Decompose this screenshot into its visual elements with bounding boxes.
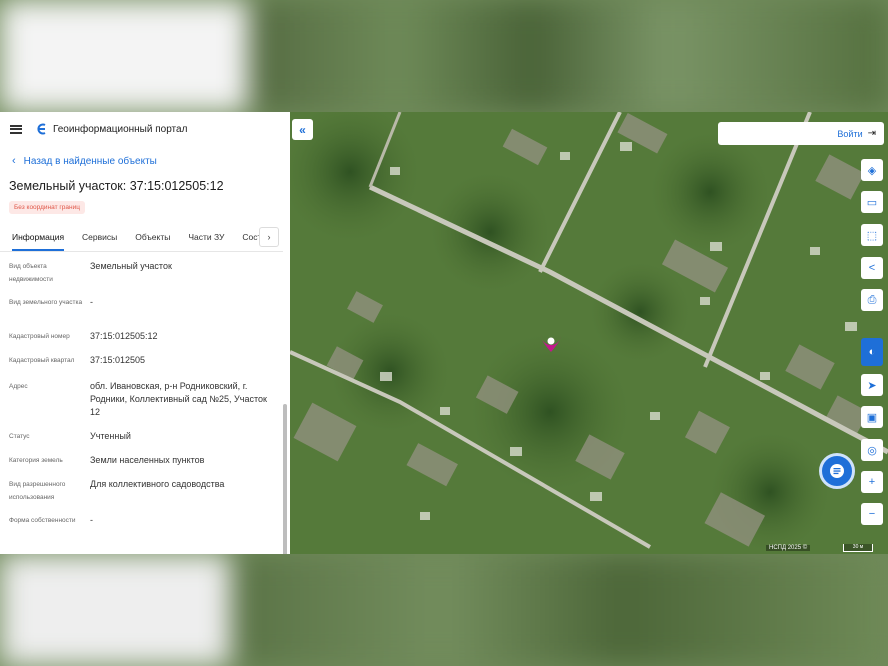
print-button[interactable]: ⎙ <box>861 289 883 311</box>
property-value: 37:15:012505 <box>90 355 146 365</box>
print-icon: ⎙ <box>867 293 877 306</box>
info-sidebar: Геоинформационный портал ‹ Назад в найде… <box>0 112 290 554</box>
property-value: Учтенный <box>90 431 131 441</box>
property-label: Форма собственности <box>9 517 76 524</box>
property-label: Вид земельного участка <box>9 299 83 306</box>
share-icon: < <box>868 262 876 274</box>
property-label: Кадастровый номер <box>9 333 70 340</box>
property-value: - <box>90 297 93 307</box>
login-icon: ⇥ <box>867 128 876 139</box>
satellite-imagery <box>290 112 888 554</box>
chevron-right-icon: › <box>267 232 271 242</box>
property-label: Статус <box>9 433 30 440</box>
tab-services[interactable]: Сервисы <box>82 223 117 251</box>
login-button[interactable]: Войти ⇥ <box>718 122 884 145</box>
tab-parts[interactable]: Части ЗУ <box>188 223 224 251</box>
navigate-button[interactable]: ➤ <box>861 374 883 396</box>
status-badge: Без координат границ <box>9 201 85 214</box>
layers-button[interactable]: ◈ <box>861 159 883 181</box>
property-label: Адрес <box>9 383 28 390</box>
chat-button[interactable] <box>819 453 855 489</box>
double-chevron-left-icon: « <box>299 122 306 137</box>
property-row: Кадастровый номер 37:15:012505:12 <box>0 330 283 354</box>
property-label: Вид объекта недвижимости <box>9 263 53 283</box>
property-label: Категория земель <box>9 457 63 464</box>
tab-info[interactable]: Информация <box>12 223 65 251</box>
chat-icon <box>830 464 844 478</box>
property-value: Земли населенных пунктов <box>90 455 205 465</box>
back-link-label: Назад в найденные объекты <box>23 155 157 167</box>
select-area-button[interactable]: ⬚ <box>861 224 883 246</box>
property-row: Форма собственности - <box>0 514 283 534</box>
app-header: Геоинформационный портал <box>0 112 290 146</box>
zoom-in-button[interactable]: + <box>861 471 883 493</box>
menu-icon[interactable] <box>10 124 22 134</box>
portal-logo-icon <box>37 123 46 135</box>
property-row: Вид земельного участка - <box>0 296 283 330</box>
basemap-button[interactable]: ▣ <box>861 406 883 428</box>
object-title: Земельный участок: 37:15:012505:12 <box>9 179 224 193</box>
property-value: Для коллективного садоводства <box>90 479 225 489</box>
select-area-icon: ⬚ <box>866 229 878 242</box>
scale-bar: 30 м <box>843 544 873 552</box>
map-attribution: НСПД 2025 © <box>766 545 811 551</box>
zoom-out-icon: − <box>868 508 876 520</box>
layers-icon: ◈ <box>867 164 877 177</box>
property-value: 37:15:012505:12 <box>90 331 158 341</box>
property-row: Категория земель Земли населенных пункто… <box>0 454 283 478</box>
property-value: Земельный участок <box>90 261 172 271</box>
chevron-left-icon: ‹ <box>12 155 16 167</box>
property-row: Вид объекта недвижимости Земельный участ… <box>0 260 283 296</box>
tabs-next-button[interactable]: › <box>259 227 279 247</box>
portal-title: Геоинформационный портал <box>53 123 188 135</box>
basemap-icon: ▣ <box>866 411 878 424</box>
zoom-in-icon: + <box>868 476 876 488</box>
property-label: Вид разрешенного использования <box>9 481 66 501</box>
navigate-icon: ➤ <box>867 379 877 392</box>
share-button[interactable]: < <box>861 257 883 279</box>
legend-button[interactable]: ▭ <box>861 191 883 213</box>
location-icon: ◎ <box>867 444 877 457</box>
location-button[interactable]: ◎ <box>861 439 883 461</box>
property-value: - <box>90 515 93 525</box>
property-row: Вид разрешенного использования Для колле… <box>0 478 283 514</box>
sidebar-scrollbar[interactable] <box>283 404 287 554</box>
ruler-icon: ◐ <box>868 346 876 358</box>
legend-icon: ▭ <box>866 196 878 209</box>
tab-bar: Информация Сервисы Объекты Части ЗУ Сост… <box>0 223 283 251</box>
zoom-out-button[interactable]: − <box>861 503 883 525</box>
property-value: обл. Ивановская, р-н Родниковский, г. Ро… <box>90 381 267 417</box>
collapse-sidebar-button[interactable]: « <box>292 119 313 140</box>
property-row: Статус Учтенный <box>0 430 283 454</box>
back-link[interactable]: ‹ Назад в найденные объекты <box>0 149 290 173</box>
property-row: Кадастровый квартал 37:15:012505 <box>0 354 283 380</box>
property-label: Кадастровый квартал <box>9 357 75 364</box>
login-label: Войти <box>837 128 863 139</box>
tab-objects[interactable]: Объекты <box>135 223 170 251</box>
ruler-button[interactable]: ◐ <box>861 338 883 366</box>
property-list: Вид объекта недвижимости Земельный участ… <box>0 252 290 534</box>
property-row: Адрес обл. Ивановская, р-н Родниковский,… <box>0 380 283 430</box>
satellite-map[interactable]: « Войти ⇥ ◈ ▭ ⬚ < ⎙ ◐ ➤ ▣ ◎ + − НСПД 202… <box>290 112 888 554</box>
